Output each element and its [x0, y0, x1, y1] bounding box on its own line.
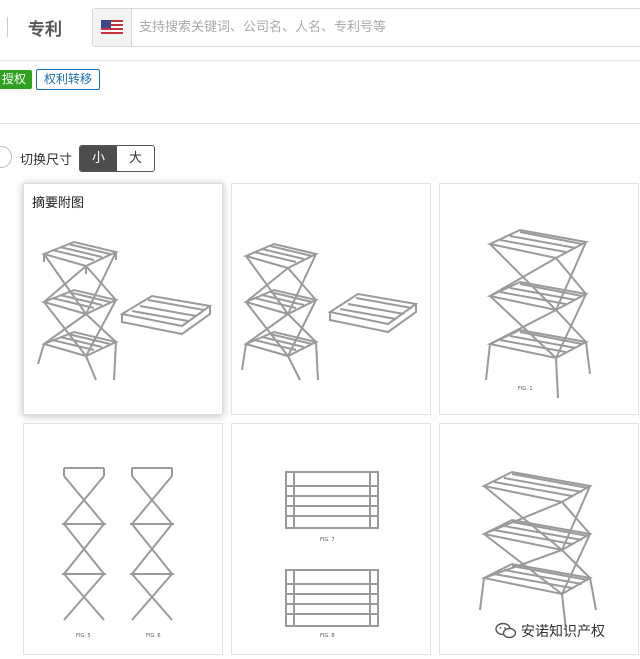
prev-icon[interactable] [0, 146, 12, 168]
country-selector-button[interactable] [93, 9, 132, 46]
section-title: 专利 [28, 20, 62, 40]
figure-caption: FIG. 5 [76, 633, 91, 639]
divider [0, 123, 640, 124]
watermark-text: 安诺知识产权 [521, 624, 605, 640]
size-small-button[interactable]: 小 [80, 146, 117, 171]
size-large-button[interactable]: 大 [117, 146, 154, 171]
search-input[interactable] [139, 17, 639, 37]
drying-rack-drawing [37, 240, 213, 381]
figure-caption: FIG. 8 [320, 633, 335, 639]
figure-card[interactable]: FIG. 7 FIG. 8 [231, 423, 431, 655]
drying-rack-drawing [62, 467, 174, 621]
size-switch-label: 切换尺寸 [20, 153, 73, 168]
drying-rack-drawing [485, 228, 591, 399]
figure-caption: FIG. 6 [146, 633, 161, 639]
abstract-figure-card[interactable]: 摘要附图 [23, 183, 223, 415]
drying-rack-drawing [479, 470, 597, 631]
wechat-icon [495, 622, 517, 639]
figure-card[interactable] [231, 183, 431, 415]
us-flag-icon [101, 20, 123, 34]
figure-caption: FIG. 1 [518, 386, 533, 392]
transfer-badge[interactable]: 权利转移 [36, 69, 101, 90]
size-toggle: 小 大 [79, 145, 155, 172]
top-bar: 专利 [0, 0, 640, 61]
figure-card[interactable]: FIG. 1 [439, 183, 639, 415]
divider [7, 17, 8, 37]
search-box[interactable] [92, 8, 640, 47]
watermark: 安诺知识产权 [495, 621, 605, 641]
drying-rack-drawing [241, 242, 419, 381]
status-badge: 授权 [0, 70, 33, 89]
figure-card[interactable]: FIG. 5 FIG. 6 [23, 423, 223, 655]
figure-caption: FIG. 7 [320, 537, 335, 543]
